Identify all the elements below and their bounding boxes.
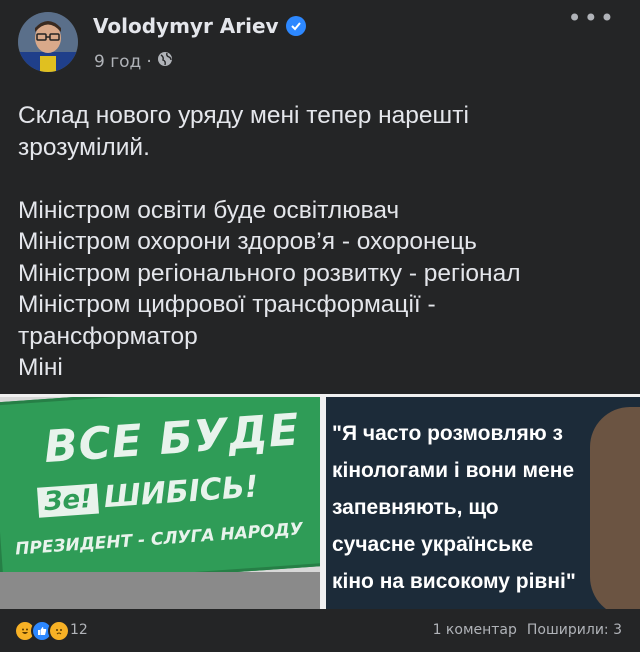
sad-reaction-icon: [48, 620, 70, 642]
post-header: Volodymyr Ariev 9 год · •••: [0, 0, 640, 90]
meta-separator: ·: [146, 51, 152, 72]
quote-line: запевняють, що: [332, 496, 499, 519]
post-line-gap: [18, 163, 628, 195]
quote-photo[interactable]: "Я часто розмовляю з кінологами і вони м…: [326, 397, 640, 609]
shares-count[interactable]: Поширили: 3: [527, 622, 622, 638]
post-line: Міні: [18, 354, 63, 381]
billboard: ВСЕ БУДЕ Зе! ШИБІСЬ! ПРЕЗИДЕНТ - СЛУГА Н…: [0, 397, 320, 589]
billboard-ground: [0, 572, 320, 609]
post-line: зрозумілий.: [18, 133, 150, 161]
quote-line: "Я часто розмовляю з: [332, 422, 563, 445]
post-line: Міністром цифрової трансформації -: [18, 291, 436, 318]
billboard-ze: Зе!: [36, 483, 99, 518]
more-options-icon[interactable]: •••: [568, 6, 616, 30]
verified-badge-icon: [285, 16, 306, 36]
post-images[interactable]: ВСЕ БУДЕ Зе! ШИБІСЬ! ПРЕЗИДЕНТ - СЛУГА Н…: [0, 394, 640, 609]
post-footer: 12 1 коментар Поширили: 3: [0, 610, 640, 652]
quote-line: сучасне українське: [332, 533, 534, 556]
billboard-photo[interactable]: ВСЕ БУДЕ Зе! ШИБІСЬ! ПРЕЗИДЕНТ - СЛУГА Н…: [0, 397, 320, 609]
billboard-line2: ШИБІСЬ!: [102, 469, 260, 516]
post-card: Volodymyr Ariev 9 год · ••• Склад нового…: [0, 0, 640, 652]
author-name[interactable]: Volodymyr Ariev: [93, 14, 306, 38]
billboard-line1: ВСЕ БУДЕ: [42, 404, 302, 474]
avatar[interactable]: [18, 12, 78, 72]
globe-icon: [157, 51, 173, 72]
comments-count[interactable]: 1 коментар: [433, 622, 517, 638]
quote-line: кіно на високому рівні": [332, 570, 576, 593]
post-stats: 1 коментар Поширили: 3: [433, 622, 622, 638]
author-name-label: Volodymyr Ariev: [93, 14, 279, 38]
reaction-count[interactable]: 12: [70, 622, 88, 638]
post-line: Склад нового уряду мені тепер нарешті: [18, 102, 469, 129]
post-line: Міністром охорони здоров’я - охоронець: [18, 228, 477, 255]
billboard-line2-row: Зе! ШИБІСЬ!: [36, 469, 260, 519]
quote-line: кінологами і вони мене: [332, 459, 575, 482]
post-time[interactable]: 9 год: [94, 52, 141, 72]
billboard-line3: ПРЕЗИДЕНТ - СЛУГА НАРОДУ: [14, 519, 304, 560]
post-line: Міністром освіти буде освітлювач: [18, 196, 400, 224]
quote-text: "Я часто розмовляю з кінологами і вони м…: [332, 415, 612, 600]
post-line: Міністром регіонального розвитку - регіо…: [18, 259, 521, 287]
post-text: Склад нового уряду мені тепер нарешті зр…: [18, 100, 628, 390]
post-line: трансформатор: [18, 322, 198, 350]
reactions[interactable]: [14, 620, 70, 642]
post-meta: 9 год ·: [94, 51, 173, 72]
